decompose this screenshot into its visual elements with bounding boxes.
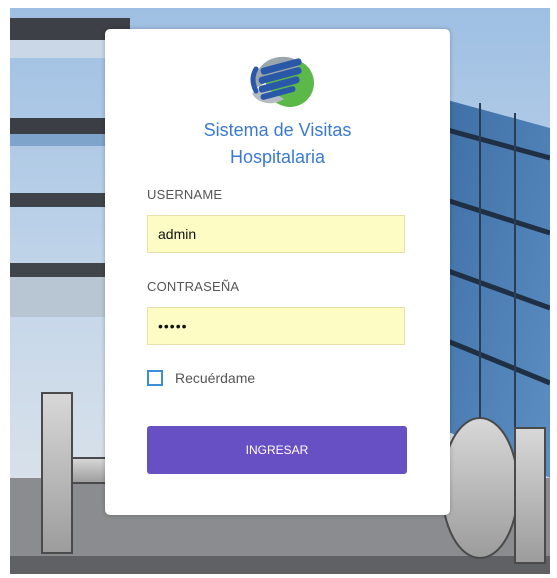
username-input[interactable] (147, 215, 405, 253)
app-title-line1: Sistema de Visitas (203, 120, 352, 140)
login-card: Sistema de Visitas Hospitalaria USERNAME… (105, 29, 450, 515)
hands-logo-icon (250, 56, 314, 107)
remember-me-control[interactable]: Recuérdame (147, 369, 255, 387)
password-label: CONTRASEÑA (147, 279, 240, 294)
username-label: USERNAME (147, 187, 223, 202)
login-page: Sistema de Visitas Hospitalaria USERNAME… (10, 8, 550, 574)
app-title-line2: Hospitalaria (229, 147, 326, 167)
remember-me-checkbox[interactable] (147, 370, 163, 386)
remember-me-label: Recuérdame (175, 370, 256, 386)
password-input[interactable] (147, 307, 405, 345)
login-submit-button[interactable]: INGRESAR (147, 426, 407, 474)
